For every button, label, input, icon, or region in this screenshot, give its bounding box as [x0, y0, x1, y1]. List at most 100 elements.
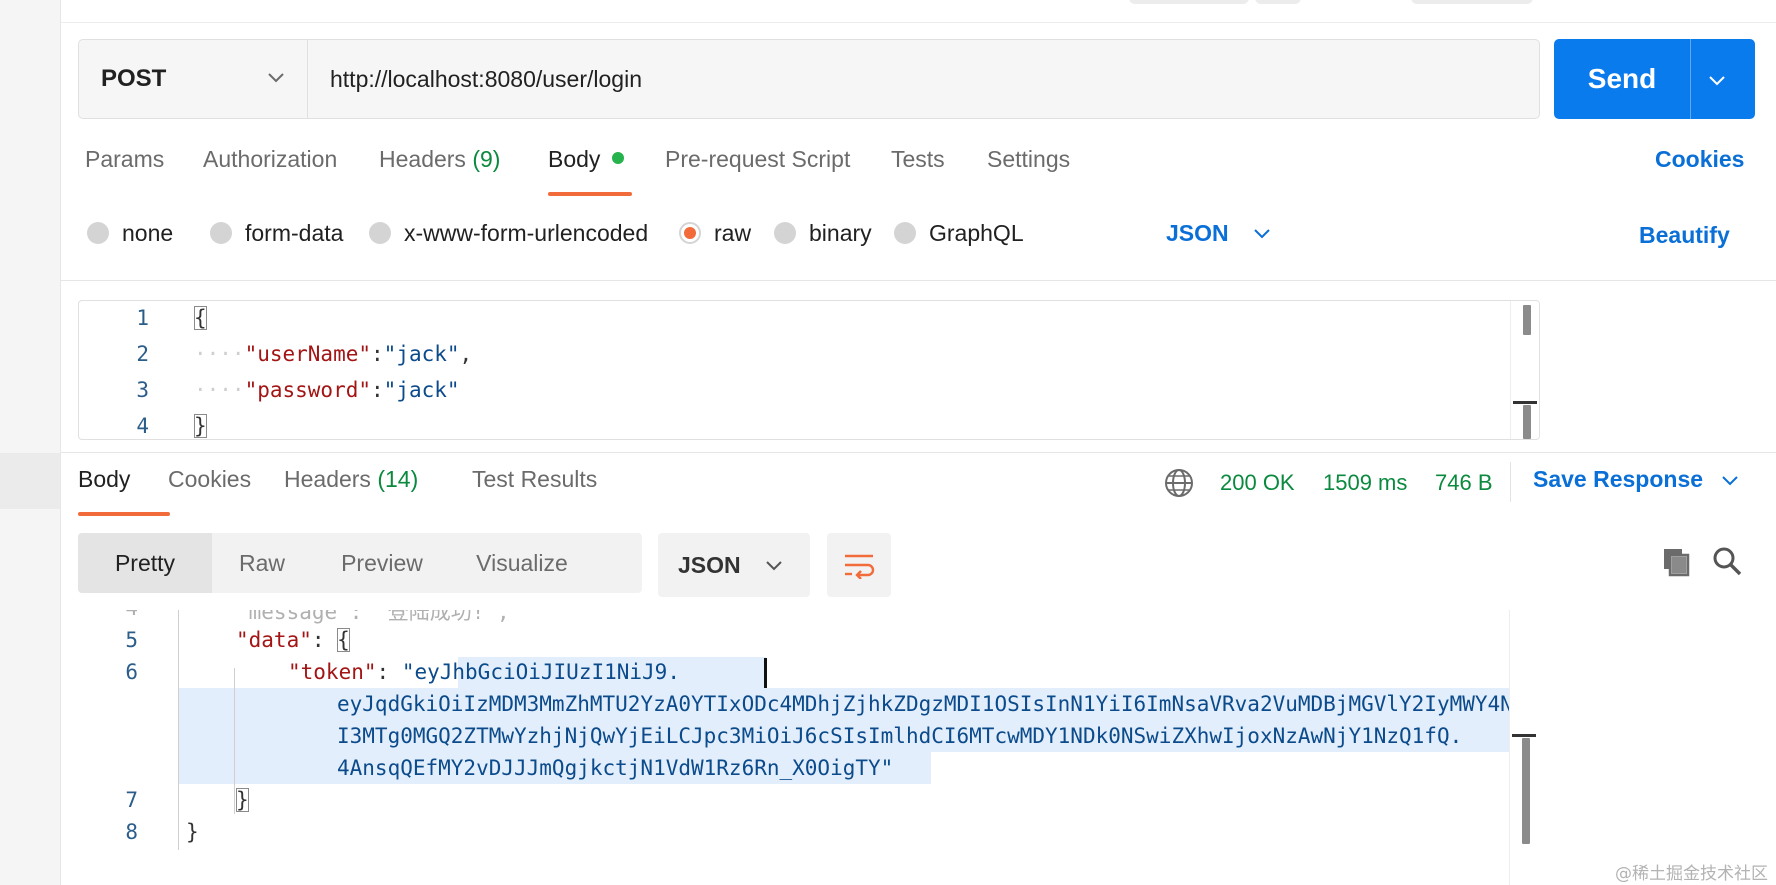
response-tab-cookies-label: Cookies	[168, 466, 252, 492]
response-tab-headers[interactable]: Headers (14)	[284, 466, 418, 493]
line-number: 7	[125, 788, 138, 812]
tab-authorization[interactable]: Authorization	[203, 146, 337, 173]
code-line: I3MTg0MGQ2ZTMwYzhjNjQwYjEiLCJpc3MiOiJ6cS…	[337, 724, 1462, 748]
json-key: "data"	[236, 628, 312, 652]
request-bar: POST http://localhost:8080/user/login	[78, 39, 1540, 119]
radio-raw[interactable]: raw	[679, 213, 751, 253]
radio-circle	[210, 222, 232, 244]
radio-none[interactable]: none	[87, 213, 173, 253]
tab-tests[interactable]: Tests	[891, 146, 945, 173]
body-language-label: JSON	[1166, 219, 1229, 246]
response-size[interactable]: 746 B	[1435, 470, 1493, 496]
tab-authorization-label: Authorization	[203, 146, 338, 172]
line-number: 5	[125, 628, 138, 652]
save-response-button[interactable]: Save Response	[1533, 466, 1739, 493]
top-bar-control[interactable]	[1411, 0, 1533, 4]
radio-binary-label: binary	[809, 219, 872, 246]
radio-binary[interactable]: binary	[774, 213, 872, 253]
tab-settings[interactable]: Settings	[987, 146, 1070, 173]
token-value-line: I3MTg0MGQ2ZTMwYzhjNjQwYjEiLCJpc3MiOiJ6cS…	[337, 724, 1463, 748]
radio-urlencoded-label: x-www-form-urlencoded	[404, 219, 649, 246]
view-pretty[interactable]: Pretty	[78, 533, 212, 593]
search-icon[interactable]	[1711, 545, 1743, 577]
json-colon: :	[311, 628, 338, 652]
beautify-link[interactable]: Beautify	[1639, 222, 1730, 249]
code-line: }	[194, 414, 207, 438]
tab-headers[interactable]: Headers (9)	[379, 146, 500, 173]
body-language-select[interactable]: JSON	[1166, 213, 1271, 253]
code-line: }	[186, 820, 199, 844]
response-format-label: JSON	[678, 551, 741, 578]
view-visualize[interactable]: Visualize	[452, 533, 592, 593]
indent-dots: ····	[194, 378, 245, 402]
response-format-select[interactable]: JSON	[658, 533, 810, 597]
tab-params[interactable]: Params	[85, 146, 164, 173]
code-line-partial: "message": "登陆成功!",	[236, 610, 510, 624]
top-bar-control[interactable]	[1129, 0, 1249, 4]
json-key: "token"	[288, 660, 377, 684]
indent-guide	[178, 610, 179, 850]
token-value-line: "eyJhbGciOiJIUzI1NiJ9.	[401, 660, 680, 684]
url-input[interactable]: http://localhost:8080/user/login	[307, 40, 1539, 118]
tab-pre-request-label: Pre-request Script	[665, 146, 851, 172]
token-value-line: 4AnsqQEfMY2vDJJJmQgjkctjN1VdW1Rz6Rn_X0Oi…	[337, 756, 894, 780]
code-line: "data": {	[236, 628, 350, 652]
indent-guide	[234, 668, 235, 814]
request-body-editor[interactable]: 1 2 3 4 { ····"userName":"jack", ····"pa…	[78, 300, 1540, 440]
scrollbar-thumb[interactable]	[1522, 738, 1530, 844]
send-label: Send	[1587, 63, 1657, 94]
json-value: "jack"	[383, 378, 460, 402]
code-line: 4AnsqQEfMY2vDJJJmQgjkctjN1VdW1Rz6Rn_X0Oi…	[337, 756, 893, 780]
tab-body-label: Body	[548, 146, 601, 172]
response-tab-test-results-label: Test Results	[472, 466, 598, 492]
send-button[interactable]: Send	[1554, 39, 1755, 119]
divider	[61, 280, 1776, 281]
response-body-editor[interactable]: 4 5 6 7 8 "message": "登陆成功!", "data": { …	[78, 610, 1538, 885]
globe-icon[interactable]	[1163, 467, 1195, 499]
cookies-link[interactable]: Cookies	[1655, 146, 1744, 173]
response-tab-headers-label: Headers	[284, 466, 371, 492]
editor-scrollbar[interactable]	[1509, 610, 1538, 885]
radio-form-data-label: form-data	[245, 219, 344, 246]
chevron-down-icon	[1253, 229, 1270, 239]
response-tab-cookies[interactable]: Cookies	[168, 466, 251, 493]
radio-circle-selected	[679, 222, 701, 244]
scrollbar-thumb-lower	[1523, 405, 1531, 439]
body-modified-dot	[612, 152, 625, 164]
tab-body[interactable]: Body	[548, 146, 625, 173]
response-tab-body[interactable]: Body	[78, 466, 130, 493]
scrollbar-thumb[interactable]	[1523, 305, 1531, 335]
radio-circle	[774, 222, 796, 244]
line-number: 4	[78, 610, 138, 620]
close-brace: }	[236, 788, 249, 812]
send-options-chevron-icon[interactable]	[1708, 71, 1726, 89]
response-tab-body-label: Body	[78, 466, 131, 492]
status-code[interactable]: 200 OK	[1220, 470, 1295, 496]
close-brace: }	[186, 820, 199, 844]
radio-circle	[87, 222, 109, 244]
radio-none-label: none	[122, 219, 174, 246]
top-bar-control[interactable]	[1255, 0, 1301, 4]
copy-icon[interactable]	[1660, 545, 1692, 577]
response-tab-test-results[interactable]: Test Results	[472, 466, 597, 493]
radio-graphql[interactable]: GraphQL	[894, 213, 1024, 253]
tab-params-label: Params	[85, 146, 165, 172]
wrap-lines-button[interactable]	[827, 533, 891, 597]
radio-raw-label: raw	[714, 219, 752, 246]
chevron-down-icon	[1722, 475, 1738, 485]
editor-scrollbar[interactable]	[1510, 301, 1539, 439]
radio-urlencoded[interactable]: x-www-form-urlencoded	[369, 213, 648, 253]
tab-pre-request-script[interactable]: Pre-request Script	[665, 146, 850, 173]
tab-headers-label: Headers	[379, 146, 466, 172]
response-time[interactable]: 1509 ms	[1323, 470, 1407, 496]
view-raw[interactable]: Raw	[212, 533, 312, 593]
url-text: http://localhost:8080/user/login	[330, 65, 642, 92]
divider	[1510, 462, 1511, 502]
token-value-line: eyJqdGkiOiIzMDM3MmZhMTU2YzA0YTIxODc4MDhj…	[337, 692, 1526, 716]
method-select[interactable]: POST	[79, 40, 307, 118]
tab-headers-count: (9)	[472, 146, 501, 172]
view-preview[interactable]: Preview	[312, 533, 452, 593]
radio-form-data[interactable]: form-data	[210, 213, 343, 253]
sidebar-selected-item[interactable]	[0, 453, 60, 509]
json-colon: :	[376, 660, 402, 684]
